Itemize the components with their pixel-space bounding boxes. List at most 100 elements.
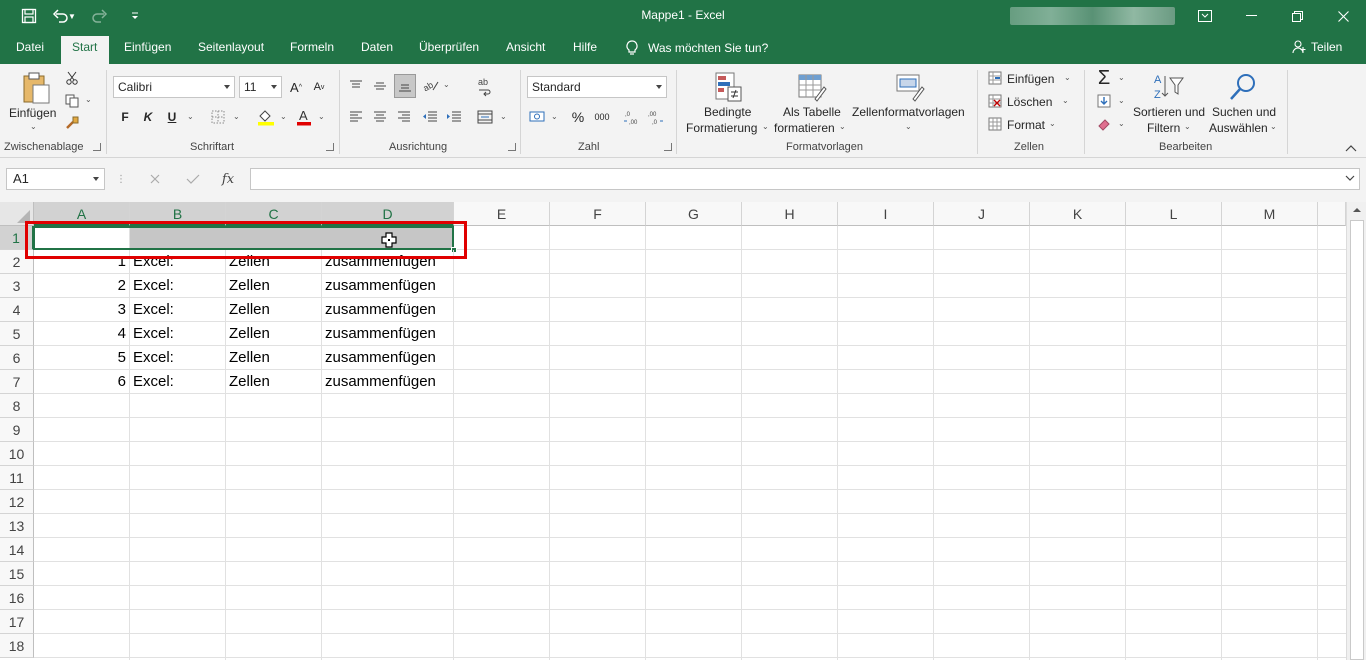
- tab-datei[interactable]: Datei: [16, 40, 44, 54]
- cell-d6[interactable]: zusammenfügen: [322, 346, 454, 370]
- row-header[interactable]: 3: [0, 274, 34, 298]
- cell-b7[interactable]: Excel:: [130, 370, 226, 394]
- conditional-formatting-dropdown-icon[interactable]: ⌄: [762, 122, 769, 131]
- cell-d3[interactable]: zusammenfügen: [322, 274, 454, 298]
- minimize-icon[interactable]: [1228, 0, 1274, 32]
- column-header-i[interactable]: I: [838, 202, 934, 226]
- column-header-l[interactable]: L: [1126, 202, 1222, 226]
- cell-d7[interactable]: zusammenfügen: [322, 370, 454, 394]
- row-header[interactable]: 5: [0, 322, 34, 346]
- column-header-j[interactable]: J: [934, 202, 1030, 226]
- cell-styles-icon[interactable]: [893, 70, 927, 104]
- font-color-dropdown-icon[interactable]: ⌄: [318, 112, 325, 121]
- autosum-icon[interactable]: Σ: [1094, 67, 1114, 89]
- clear-icon[interactable]: [1096, 116, 1112, 132]
- merge-center-dropdown-icon[interactable]: ⌄: [500, 112, 507, 121]
- orientation-dropdown-icon[interactable]: ⌄: [443, 80, 450, 89]
- formula-input[interactable]: [250, 168, 1360, 190]
- tab-daten[interactable]: Daten: [361, 40, 393, 54]
- fill-color-icon[interactable]: [256, 108, 276, 126]
- worksheet-grid[interactable]: A B C D E F G H I J K L M 1 2 3 4 5 6 7 …: [0, 202, 1366, 660]
- cell-b5[interactable]: Excel:: [130, 322, 226, 346]
- merge-center-icon[interactable]: [476, 109, 494, 125]
- insert-cells-label[interactable]: Einfügen: [1007, 72, 1054, 86]
- formula-bar-grip-icon[interactable]: ⋮: [116, 172, 126, 186]
- orientation-icon[interactable]: ab: [422, 76, 440, 94]
- column-header-f[interactable]: F: [550, 202, 646, 226]
- decrease-font-size-icon[interactable]: Av: [310, 78, 328, 96]
- sort-filter-dropdown-icon[interactable]: ⌄: [1184, 122, 1191, 131]
- cell-a5[interactable]: 4: [34, 322, 130, 346]
- cell-c3[interactable]: Zellen: [226, 274, 322, 298]
- cell-a4[interactable]: 3: [34, 298, 130, 322]
- autosum-dropdown-icon[interactable]: ⌄: [1118, 73, 1125, 82]
- insert-function-button[interactable]: fx: [219, 170, 237, 188]
- row-header[interactable]: 18: [0, 634, 34, 658]
- cell-c6[interactable]: Zellen: [226, 346, 322, 370]
- scroll-up-icon[interactable]: [1352, 206, 1362, 214]
- column-header-h[interactable]: H: [742, 202, 838, 226]
- align-bottom-icon[interactable]: [394, 74, 416, 98]
- font-name-dropdown[interactable]: Calibri: [113, 76, 235, 98]
- row-header[interactable]: 17: [0, 610, 34, 634]
- scrollbar-thumb[interactable]: [1350, 220, 1364, 660]
- name-box[interactable]: A1: [6, 168, 105, 190]
- share-button[interactable]: Teilen: [1292, 40, 1342, 54]
- copy-icon[interactable]: [62, 93, 82, 109]
- row-header[interactable]: 4: [0, 298, 34, 322]
- delete-cells-dropdown-icon[interactable]: ⌄: [1062, 96, 1069, 105]
- cell-styles-dropdown-icon[interactable]: ⌄: [905, 122, 912, 131]
- tell-me-search[interactable]: Was möchten Sie tun?: [626, 40, 768, 56]
- format-cells-icon[interactable]: [987, 116, 1003, 132]
- align-top-icon[interactable]: [348, 78, 364, 94]
- font-color-icon[interactable]: A: [295, 108, 313, 126]
- underline-button[interactable]: U: [165, 108, 179, 126]
- row-header[interactable]: 13: [0, 514, 34, 538]
- conditional-formatting-label-1[interactable]: Bedingte: [704, 105, 751, 119]
- wrap-text-icon[interactable]: ab: [476, 76, 494, 98]
- borders-icon[interactable]: [210, 109, 226, 125]
- cell-a3[interactable]: 2: [34, 274, 130, 298]
- paste-dropdown-icon[interactable]: ⌄: [30, 122, 37, 131]
- number-launcher-icon[interactable]: [664, 143, 672, 151]
- row-header[interactable]: 15: [0, 562, 34, 586]
- find-select-label-2[interactable]: Auswählen: [1209, 121, 1268, 135]
- alignment-launcher-icon[interactable]: [508, 143, 516, 151]
- tab-seitenlayout[interactable]: Seitenlayout: [198, 40, 264, 54]
- increase-indent-icon[interactable]: [445, 109, 463, 125]
- cell-b3[interactable]: Excel:: [130, 274, 226, 298]
- cell-d5[interactable]: zusammenfügen: [322, 322, 454, 346]
- insert-cells-icon[interactable]: [987, 70, 1003, 86]
- tab-start[interactable]: Start: [72, 40, 97, 54]
- column-header-partial[interactable]: [1318, 202, 1346, 226]
- ribbon-display-options-icon[interactable]: [1182, 0, 1228, 32]
- format-as-table-label-2[interactable]: formatieren: [774, 121, 835, 135]
- confirm-entry-icon[interactable]: [184, 170, 202, 188]
- vertical-scrollbar[interactable]: [1346, 202, 1366, 660]
- delete-cells-icon[interactable]: [987, 93, 1003, 109]
- align-center-icon[interactable]: [372, 109, 388, 125]
- decrease-indent-icon[interactable]: [421, 109, 439, 125]
- column-header-g[interactable]: G: [646, 202, 742, 226]
- find-select-label-1[interactable]: Suchen und: [1212, 105, 1276, 119]
- sort-filter-label-1[interactable]: Sortieren und: [1133, 105, 1205, 119]
- delete-cells-label[interactable]: Löschen: [1007, 95, 1052, 109]
- accounting-format-icon[interactable]: [528, 108, 548, 126]
- font-size-dropdown[interactable]: 11: [239, 76, 282, 98]
- number-format-dropdown[interactable]: Standard: [527, 76, 667, 98]
- find-select-icon[interactable]: [1226, 70, 1260, 104]
- cell-c4[interactable]: Zellen: [226, 298, 322, 322]
- tab-ansicht[interactable]: Ansicht: [506, 40, 545, 54]
- borders-dropdown-icon[interactable]: ⌄: [233, 112, 240, 121]
- clipboard-launcher-icon[interactable]: [93, 143, 101, 151]
- cell-a7[interactable]: 6: [34, 370, 130, 394]
- copy-dropdown-icon[interactable]: ⌄: [85, 95, 92, 104]
- cell-c5[interactable]: Zellen: [226, 322, 322, 346]
- cancel-entry-icon[interactable]: [146, 170, 164, 188]
- fill-icon[interactable]: [1096, 93, 1112, 109]
- account-name-blurred[interactable]: [1010, 7, 1175, 25]
- column-header-m[interactable]: M: [1222, 202, 1318, 226]
- fill-color-dropdown-icon[interactable]: ⌄: [280, 112, 287, 121]
- conditional-formatting-label-2[interactable]: Formatierung: [686, 121, 757, 135]
- cell-a6[interactable]: 5: [34, 346, 130, 370]
